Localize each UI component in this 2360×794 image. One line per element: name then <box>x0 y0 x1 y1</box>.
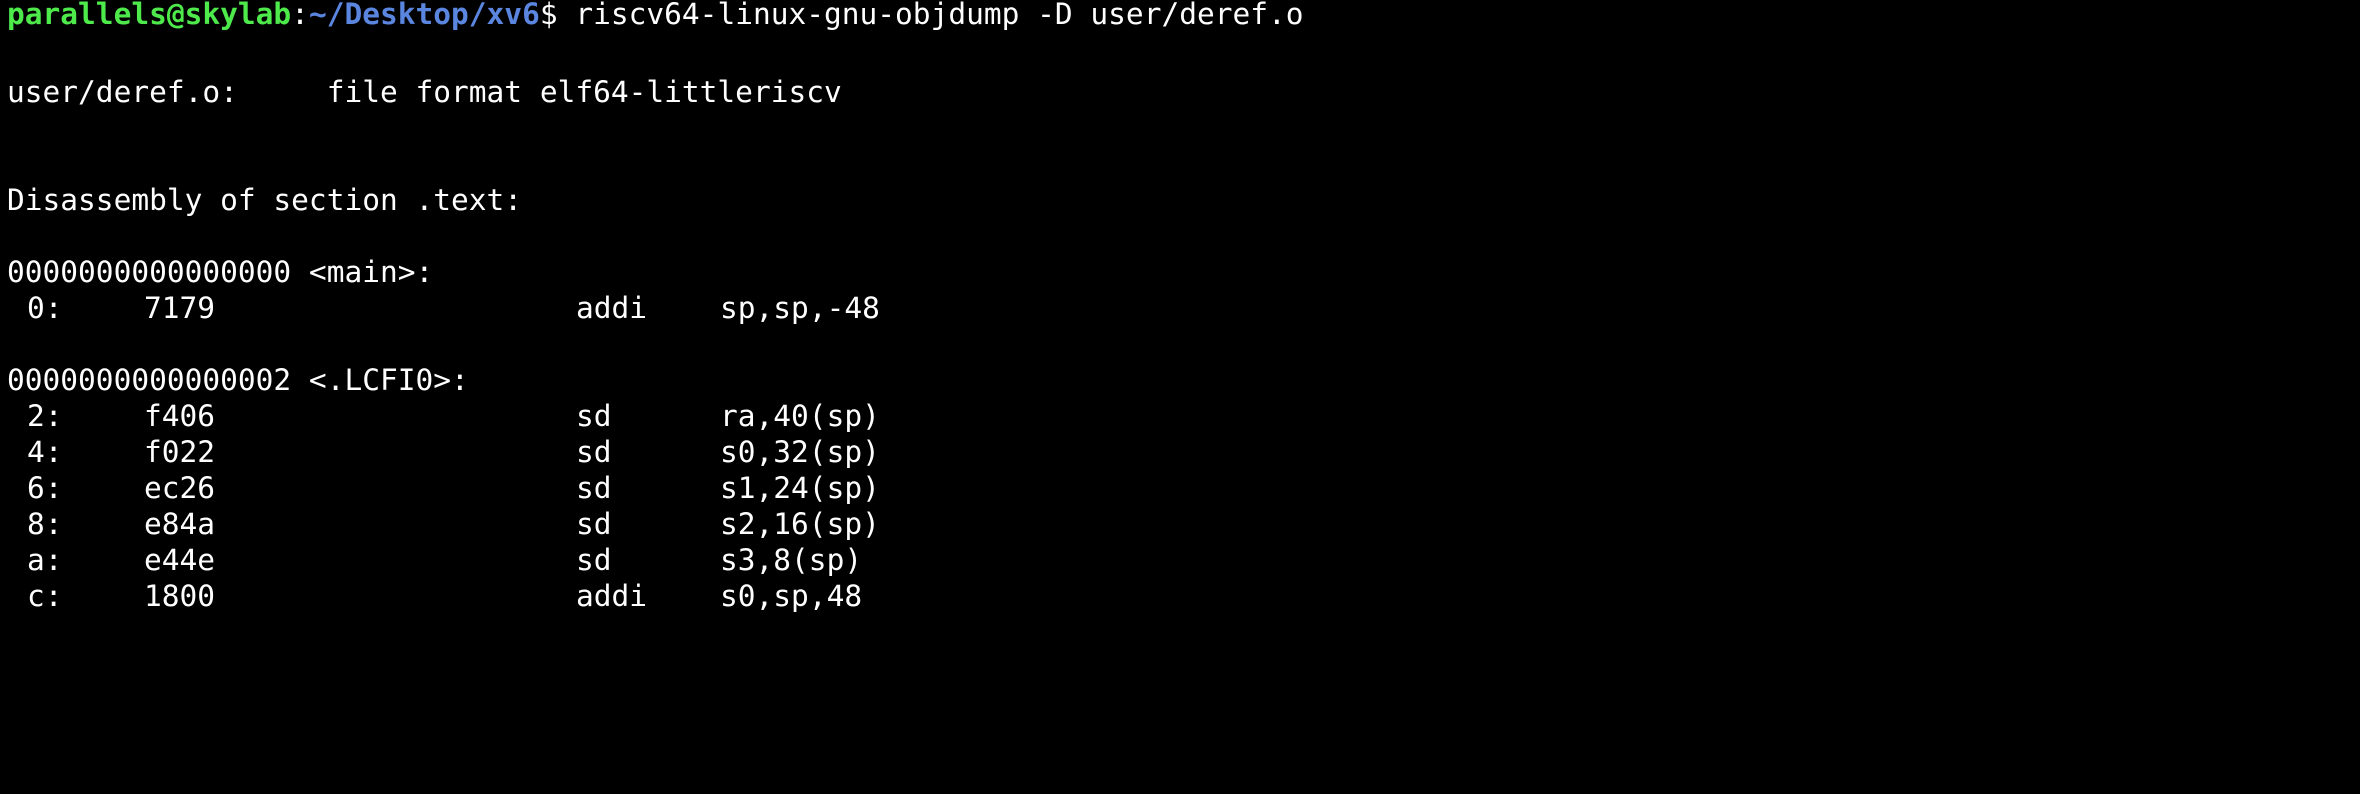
disasm-row: 0: 7179 addi sp,sp,-48 <box>0 290 2360 326</box>
instruction-operands: s0,32(sp) <box>720 435 880 469</box>
terminal-window[interactable]: parallels@skylab:~/Desktop/xv6$ riscv64-… <box>0 0 2360 630</box>
symbol-label-lcfi0: 0000000000000002 <.LCFI0>: <box>7 363 469 397</box>
section-header-line: Disassembly of section .text: <box>7 183 523 217</box>
prompt-user-host: parallels@skylab <box>7 0 292 31</box>
instruction-hex: f406 <box>144 399 216 433</box>
instruction-address: 4: <box>27 435 63 469</box>
disasm-row: 4: f022 sd s0,32(sp) <box>0 434 2360 470</box>
instruction-address: 0: <box>27 291 63 325</box>
instruction-operands: sp,sp,-48 <box>720 291 880 325</box>
instruction-address: c: <box>27 579 63 613</box>
instruction-operands: s3,8(sp) <box>720 543 863 577</box>
instruction-mnemonic: sd <box>576 435 612 469</box>
disasm-row: 2: f406 sd ra,40(sp) <box>0 398 2360 434</box>
prompt-symbol: $ <box>539 0 558 31</box>
instruction-operands: ra,40(sp) <box>720 399 880 433</box>
instruction-hex: 1800 <box>144 579 216 613</box>
instruction-mnemonic: sd <box>576 507 612 541</box>
prompt-cwd: ~/Desktop/xv6 <box>308 0 540 31</box>
instruction-hex: e84a <box>144 507 216 541</box>
instruction-address: 6: <box>27 471 63 505</box>
instruction-operands: s0,sp,48 <box>720 579 863 613</box>
disasm-row: 6: ec26 sd s1,24(sp) <box>0 470 2360 506</box>
disasm-row: a: e44e sd s3,8(sp) <box>0 542 2360 578</box>
instruction-hex: e44e <box>144 543 216 577</box>
instruction-mnemonic: addi <box>576 579 648 613</box>
symbol-label-main: 0000000000000000 <main>: <box>7 255 434 289</box>
instruction-operands: s2,16(sp) <box>720 507 880 541</box>
instruction-mnemonic: sd <box>576 543 612 577</box>
file-format-line: user/deref.o: file format elf64-littleri… <box>7 75 842 109</box>
instruction-address: 8: <box>27 507 63 541</box>
instruction-hex: ec26 <box>144 471 216 505</box>
instruction-operands: s1,24(sp) <box>720 471 880 505</box>
instruction-hex: 7179 <box>144 291 216 325</box>
command-text: riscv64-linux-gnu-objdump -D user/deref.… <box>557 0 1304 31</box>
instruction-address: 2: <box>27 399 63 433</box>
instruction-address: a: <box>27 543 63 577</box>
instruction-mnemonic: sd <box>576 399 612 433</box>
instruction-mnemonic: sd <box>576 471 612 505</box>
instruction-hex: f022 <box>144 435 216 469</box>
disasm-row: c: 1800 addi s0,sp,48 <box>0 578 2360 614</box>
disasm-row: 8: e84a sd s2,16(sp) <box>0 506 2360 542</box>
command-prompt-line: parallels@skylab:~/Desktop/xv6$ riscv64-… <box>7 0 1304 32</box>
prompt-colon: : <box>291 0 309 31</box>
instruction-mnemonic: addi <box>576 291 648 325</box>
